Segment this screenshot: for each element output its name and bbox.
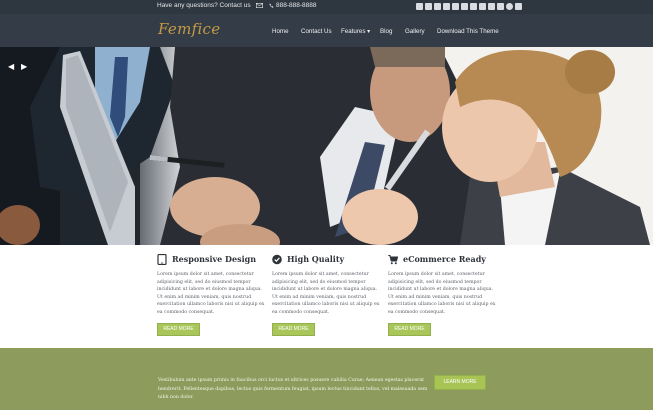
feature-title: eCommerce Ready bbox=[403, 254, 486, 264]
contact-info: Have any questions? Contact us 888-888-8… bbox=[157, 2, 321, 9]
feature-header: High Quality bbox=[272, 252, 384, 266]
read-more-button-ecommerce[interactable]: READ MORE bbox=[388, 323, 431, 336]
feature-responsive-design: Responsive Design Lorem ipsum dolor sit … bbox=[157, 252, 269, 317]
top-bar: Have any questions? Contact us 888-888-8… bbox=[0, 0, 653, 14]
learn-more-button[interactable]: LEARN MORE bbox=[434, 375, 486, 390]
pinterest-icon[interactable] bbox=[506, 3, 513, 10]
main-nav: Home Contact Us Features ▾ Blog Gallery … bbox=[0, 28, 653, 38]
mail-icon bbox=[256, 2, 264, 8]
flickr-icon[interactable] bbox=[425, 3, 432, 10]
call-to-action-text: Vestibulum ante ipsum primis in faucibus… bbox=[158, 378, 428, 401]
shopping-cart-icon bbox=[388, 254, 398, 264]
call-to-action-band: Vestibulum ante ipsum primis in faucibus… bbox=[0, 348, 653, 410]
nav-item-download-theme[interactable]: Download This Theme bbox=[437, 28, 499, 35]
youtube-icon[interactable] bbox=[515, 3, 522, 10]
hero-slider: ◀ ▶ bbox=[0, 47, 653, 245]
feature-title: High Quality bbox=[287, 254, 345, 264]
facebook-icon[interactable] bbox=[416, 3, 423, 10]
feature-description: Lorem ipsum dolor sit amet, consectetur … bbox=[157, 272, 265, 315]
nav-item-home[interactable]: Home bbox=[272, 28, 289, 35]
feature-high-quality: High Quality Lorem ipsum dolor sit amet,… bbox=[272, 252, 384, 317]
feature-header: eCommerce Ready bbox=[388, 252, 500, 266]
nav-item-blog[interactable]: Blog bbox=[380, 28, 392, 35]
slider-prev-arrow[interactable]: ◀ bbox=[8, 62, 14, 71]
delicious-icon[interactable] bbox=[479, 3, 486, 10]
nav-item-gallery[interactable]: Gallery bbox=[405, 28, 425, 35]
slider-next-arrow[interactable]: ▶ bbox=[21, 62, 27, 71]
rss-icon[interactable] bbox=[443, 3, 450, 10]
feature-description: Lorem ipsum dolor sit amet, consectetur … bbox=[272, 272, 380, 315]
feature-header: Responsive Design bbox=[157, 252, 269, 266]
check-circle-icon bbox=[272, 254, 282, 264]
google-plus-icon[interactable] bbox=[497, 3, 504, 10]
linkedin-icon[interactable] bbox=[452, 3, 459, 10]
contact-phone: 888-888-8888 bbox=[276, 2, 317, 9]
contact-question: Have any questions? Contact us bbox=[157, 2, 251, 9]
read-more-button-quality[interactable]: READ MORE bbox=[272, 323, 315, 336]
twitter-icon[interactable] bbox=[434, 3, 441, 10]
nav-item-contact-us[interactable]: Contact Us bbox=[301, 28, 332, 35]
site-header: Femfice Home Contact Us Features ▾ Blog … bbox=[0, 14, 653, 47]
feature-title: Responsive Design bbox=[172, 254, 257, 264]
feature-description: Lorem ipsum dolor sit amet, consectetur … bbox=[388, 272, 496, 315]
social-links bbox=[416, 3, 522, 11]
tablet-icon bbox=[157, 253, 167, 265]
hero-image bbox=[0, 47, 653, 245]
read-more-button-responsive[interactable]: READ MORE bbox=[157, 323, 200, 336]
nav-item-features[interactable]: Features ▾ bbox=[341, 28, 370, 35]
phone-icon bbox=[269, 3, 274, 8]
feature-ecommerce-ready: eCommerce Ready Lorem ipsum dolor sit am… bbox=[388, 252, 500, 317]
tumblr-icon[interactable] bbox=[461, 3, 468, 10]
stumbleupon-icon[interactable] bbox=[488, 3, 495, 10]
vimeo-icon[interactable] bbox=[470, 3, 477, 10]
